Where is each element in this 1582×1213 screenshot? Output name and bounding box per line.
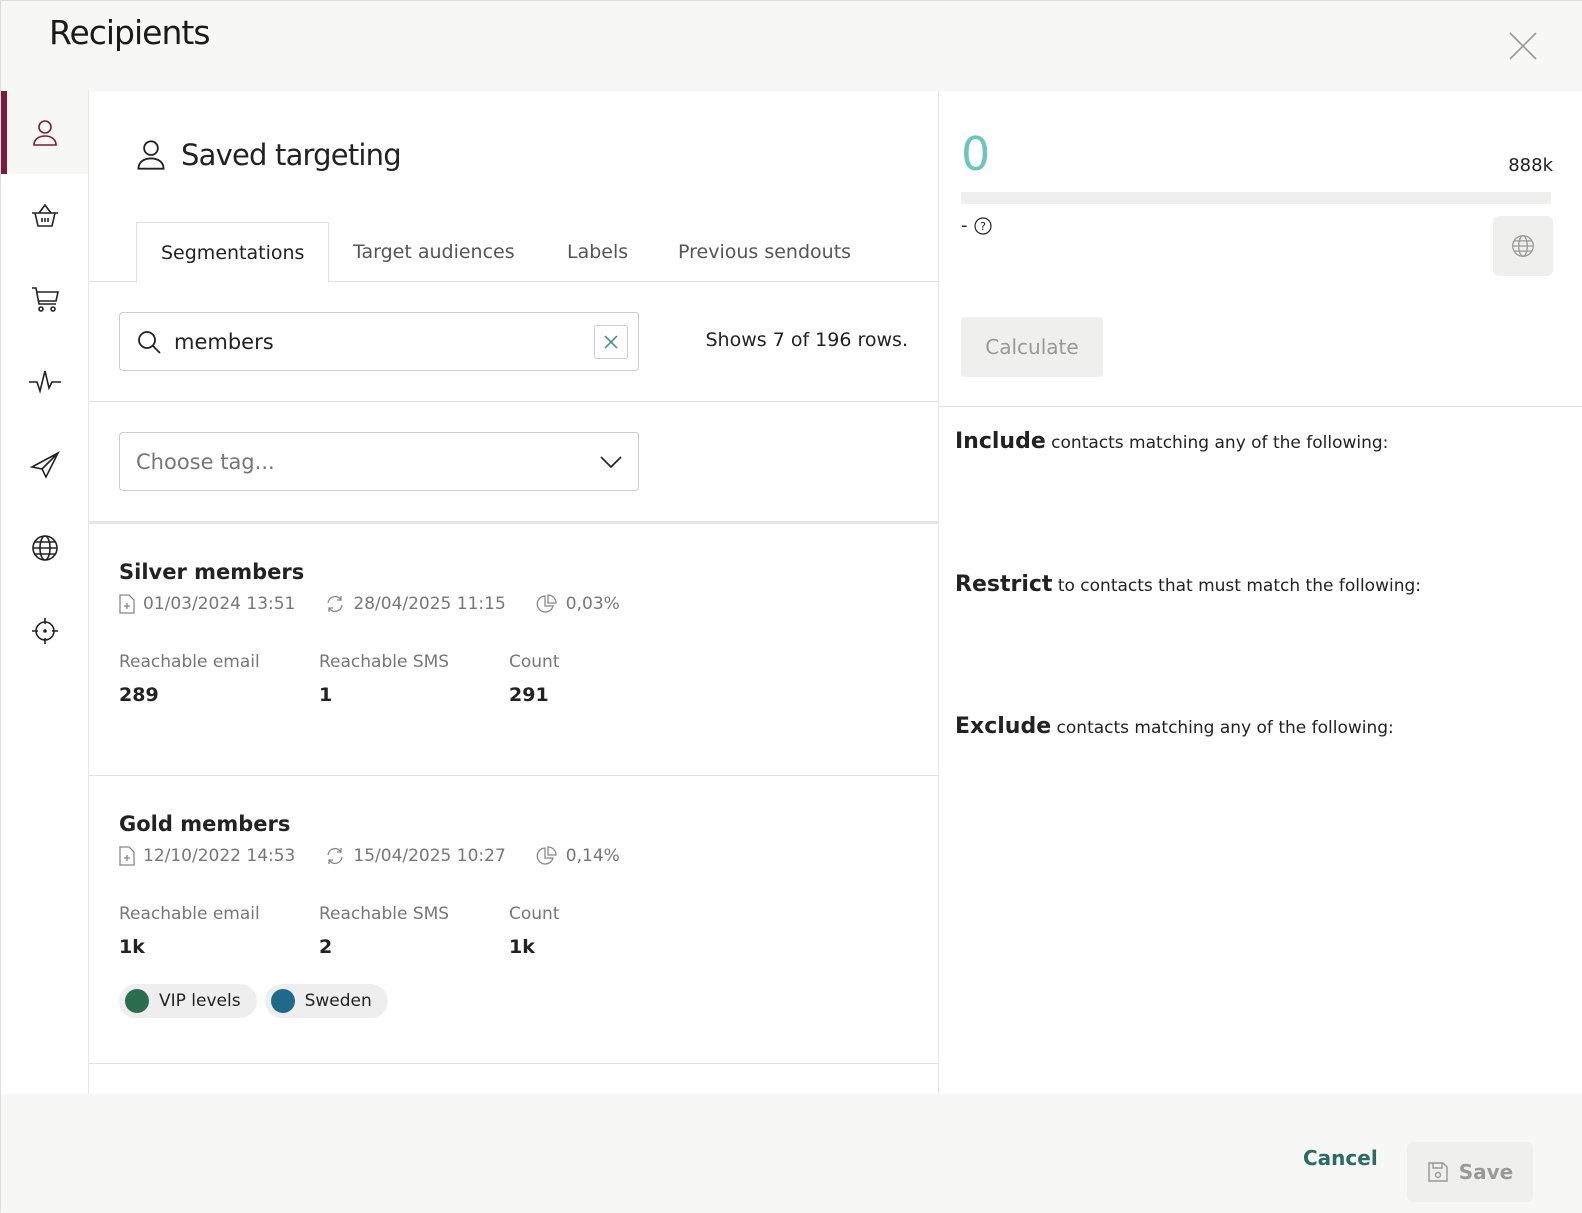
audience-share: 0,14% [565, 846, 620, 866]
tag-label: VIP levels [159, 991, 241, 1011]
help-icon[interactable]: ? [973, 216, 992, 235]
section-title-text: Saved targeting [181, 138, 402, 172]
created-date: 12/10/2022 14:53 [143, 846, 296, 866]
stat-label-count: Count [509, 652, 560, 672]
exclude-label: Exclude [955, 714, 1052, 739]
count: 291 [509, 684, 549, 706]
footer: Cancel Save [1, 1094, 1582, 1213]
tag-chip: Sweden [264, 984, 388, 1018]
restrict-label: Restrict [955, 572, 1053, 597]
file-plus-icon [119, 594, 135, 614]
section-title: Saved targeting [135, 137, 402, 173]
tag-select-placeholder: Choose tag... [136, 449, 275, 474]
pulse-icon [28, 370, 61, 394]
segment-name: Silver members [119, 560, 305, 584]
person-icon [32, 119, 57, 146]
row-count: Shows 7 of 196 rows. [705, 329, 909, 351]
sidebar-item-activity[interactable] [1, 340, 88, 423]
clear-search-button[interactable] [594, 325, 628, 359]
person-icon [137, 140, 165, 170]
reachable-email: 1k [119, 936, 145, 958]
exclude-text: contacts matching any of the following: [1051, 718, 1394, 738]
summary-panel: 0 888k - ? Calculate Include contacts ma… [938, 91, 1582, 1094]
cart-icon [31, 286, 59, 312]
sidebar [1, 91, 89, 1094]
exclude-rule: Exclude contacts matching any of the fol… [955, 714, 1394, 739]
tab-previous-sendouts[interactable]: Previous sendouts [678, 222, 851, 282]
close-icon [1509, 32, 1537, 60]
stat-label-sms: Reachable SMS [319, 652, 450, 672]
globe-icon [31, 534, 58, 561]
sidebar-item-cart[interactable] [1, 257, 88, 340]
close-icon [604, 335, 618, 349]
saved-targeting-panel: Saved targeting Segmentations Target aud… [89, 91, 938, 1094]
stat-label-count: Count [509, 904, 560, 924]
tag-color-dot [125, 989, 149, 1013]
paper-plane-icon [29, 450, 60, 479]
sidebar-item-recipients[interactable] [1, 91, 88, 174]
pie-chart-icon [536, 594, 557, 613]
restrict-rule: Restrict to contacts that must match the… [955, 572, 1421, 597]
include-text: contacts matching any of the following: [1045, 433, 1389, 453]
calculate-button[interactable]: Calculate [961, 317, 1103, 377]
tab-segmentations[interactable]: Segmentations [136, 222, 330, 283]
sidebar-item-web[interactable] [1, 506, 88, 589]
sidebar-item-basket[interactable] [1, 174, 88, 257]
divider [939, 406, 1582, 407]
close-button[interactable] [1463, 1, 1582, 91]
tag-chip: VIP levels [119, 984, 257, 1018]
count: 1k [509, 936, 535, 958]
sidebar-item-sendouts[interactable] [1, 423, 88, 506]
reachable-email: 289 [119, 684, 159, 706]
tag-label: Sweden [304, 991, 372, 1011]
include-label: Include [955, 429, 1046, 454]
globe-icon [1512, 235, 1534, 257]
audience-share: 0,03% [565, 594, 620, 614]
max-count: 888k [1508, 155, 1553, 176]
header: Recipients [1, 1, 1582, 91]
reachable-sms: 2 [319, 936, 333, 958]
include-rule: Include contacts matching any of the fol… [955, 429, 1388, 454]
sidebar-item-targeting[interactable] [1, 589, 88, 672]
chevron-down-icon [600, 455, 622, 468]
recipient-progress-bar [961, 192, 1551, 204]
pie-chart-icon [536, 846, 557, 865]
updated-date: 15/04/2025 10:27 [353, 846, 506, 866]
basket-icon [31, 203, 58, 227]
tag-select[interactable]: Choose tag... [119, 432, 639, 491]
segment-card[interactable]: Gold members 12/10/2022 14:53 15/04/2025… [89, 776, 938, 1064]
stat-label-email: Reachable email [119, 652, 260, 672]
search-box [119, 312, 639, 371]
stat-label-sms: Reachable SMS [319, 904, 450, 924]
search-icon [138, 330, 161, 354]
search-input[interactable] [174, 329, 574, 354]
crosshair-icon [31, 617, 58, 644]
tab-labels[interactable]: Labels [567, 222, 628, 282]
save-label: Save [1458, 1160, 1514, 1184]
reach-info: - ? [961, 215, 992, 236]
refresh-icon [327, 595, 344, 613]
reachable-sms: 1 [319, 684, 333, 706]
page-title: Recipients [49, 13, 211, 52]
recipient-count: 0 [961, 127, 991, 181]
language-button[interactable] [1493, 216, 1553, 276]
updated-date: 28/04/2025 11:15 [353, 594, 506, 614]
reach-value: - [961, 215, 968, 236]
tab-bar: Segmentations Target audiences Labels Pr… [89, 222, 938, 283]
restrict-text: to contacts that must match the followin… [1052, 576, 1421, 596]
created-date: 01/03/2024 13:51 [143, 594, 296, 614]
tag-color-dot [270, 989, 295, 1013]
refresh-icon [327, 847, 344, 865]
segment-card[interactable]: Silver members 01/03/2024 13:51 28/04/20… [89, 524, 938, 776]
file-plus-icon [119, 846, 135, 866]
stat-label-email: Reachable email [119, 904, 260, 924]
divider [89, 401, 938, 402]
svg-text:?: ? [980, 220, 986, 233]
save-button[interactable]: Save [1407, 1142, 1533, 1202]
cancel-button[interactable]: Cancel [1303, 1146, 1378, 1170]
segment-name: Gold members [119, 812, 291, 836]
save-icon [1428, 1162, 1448, 1182]
tab-target-audiences[interactable]: Target audiences [353, 222, 515, 282]
